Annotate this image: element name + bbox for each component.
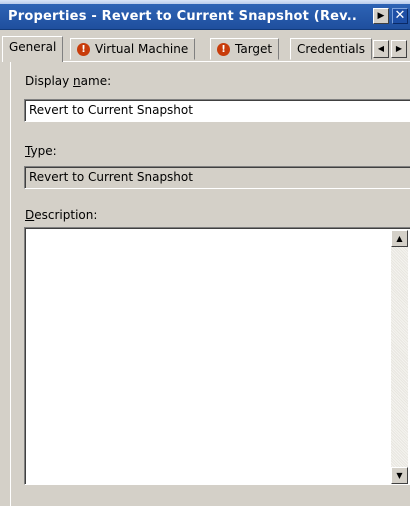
tab-scroll-left-button[interactable]: ◀ — [373, 40, 389, 58]
warning-icon: ! — [77, 43, 90, 56]
tab-credentials[interactable]: Credentials — [290, 38, 373, 60]
scroll-down-button[interactable]: ▼ — [391, 467, 408, 484]
description-textarea[interactable]: ▲ ▼ — [24, 227, 410, 485]
tab-target[interactable]: ! Target — [210, 38, 280, 60]
tab-scroll-right-button[interactable]: ▶ — [391, 40, 407, 58]
display-name-label: Display name: — [25, 74, 112, 88]
description-scrollbar[interactable]: ▲ ▼ — [391, 230, 408, 484]
tab-label: Credentials — [297, 42, 366, 56]
type-label: Type: — [25, 144, 57, 158]
scroll-up-button[interactable]: ▲ — [391, 230, 408, 247]
type-field: Revert to Current Snapshot — [24, 166, 410, 189]
general-tab-panel: Display name: Revert to Current Snapshot… — [10, 61, 410, 506]
tab-virtual-machine[interactable]: ! Virtual Machine — [70, 38, 196, 60]
close-button[interactable]: ✕ — [392, 8, 408, 24]
title-bar[interactable]: Properties - Revert to Current Snapshot … — [0, 0, 410, 30]
tab-label: Target — [235, 42, 273, 56]
display-name-input[interactable]: Revert to Current Snapshot — [24, 99, 410, 122]
tab-label: Virtual Machine — [95, 42, 189, 56]
tab-label: General — [9, 40, 57, 54]
tab-bar: General ! Virtual Machine ! Target Crede… — [0, 36, 410, 62]
tab-general[interactable]: General — [2, 36, 64, 62]
description-label: Description: — [25, 208, 98, 222]
window-title: Properties - Revert to Current Snapshot … — [8, 9, 358, 24]
description-text — [25, 228, 410, 234]
warning-icon: ! — [217, 43, 230, 56]
title-arrow-button[interactable]: ▶ — [373, 8, 389, 24]
